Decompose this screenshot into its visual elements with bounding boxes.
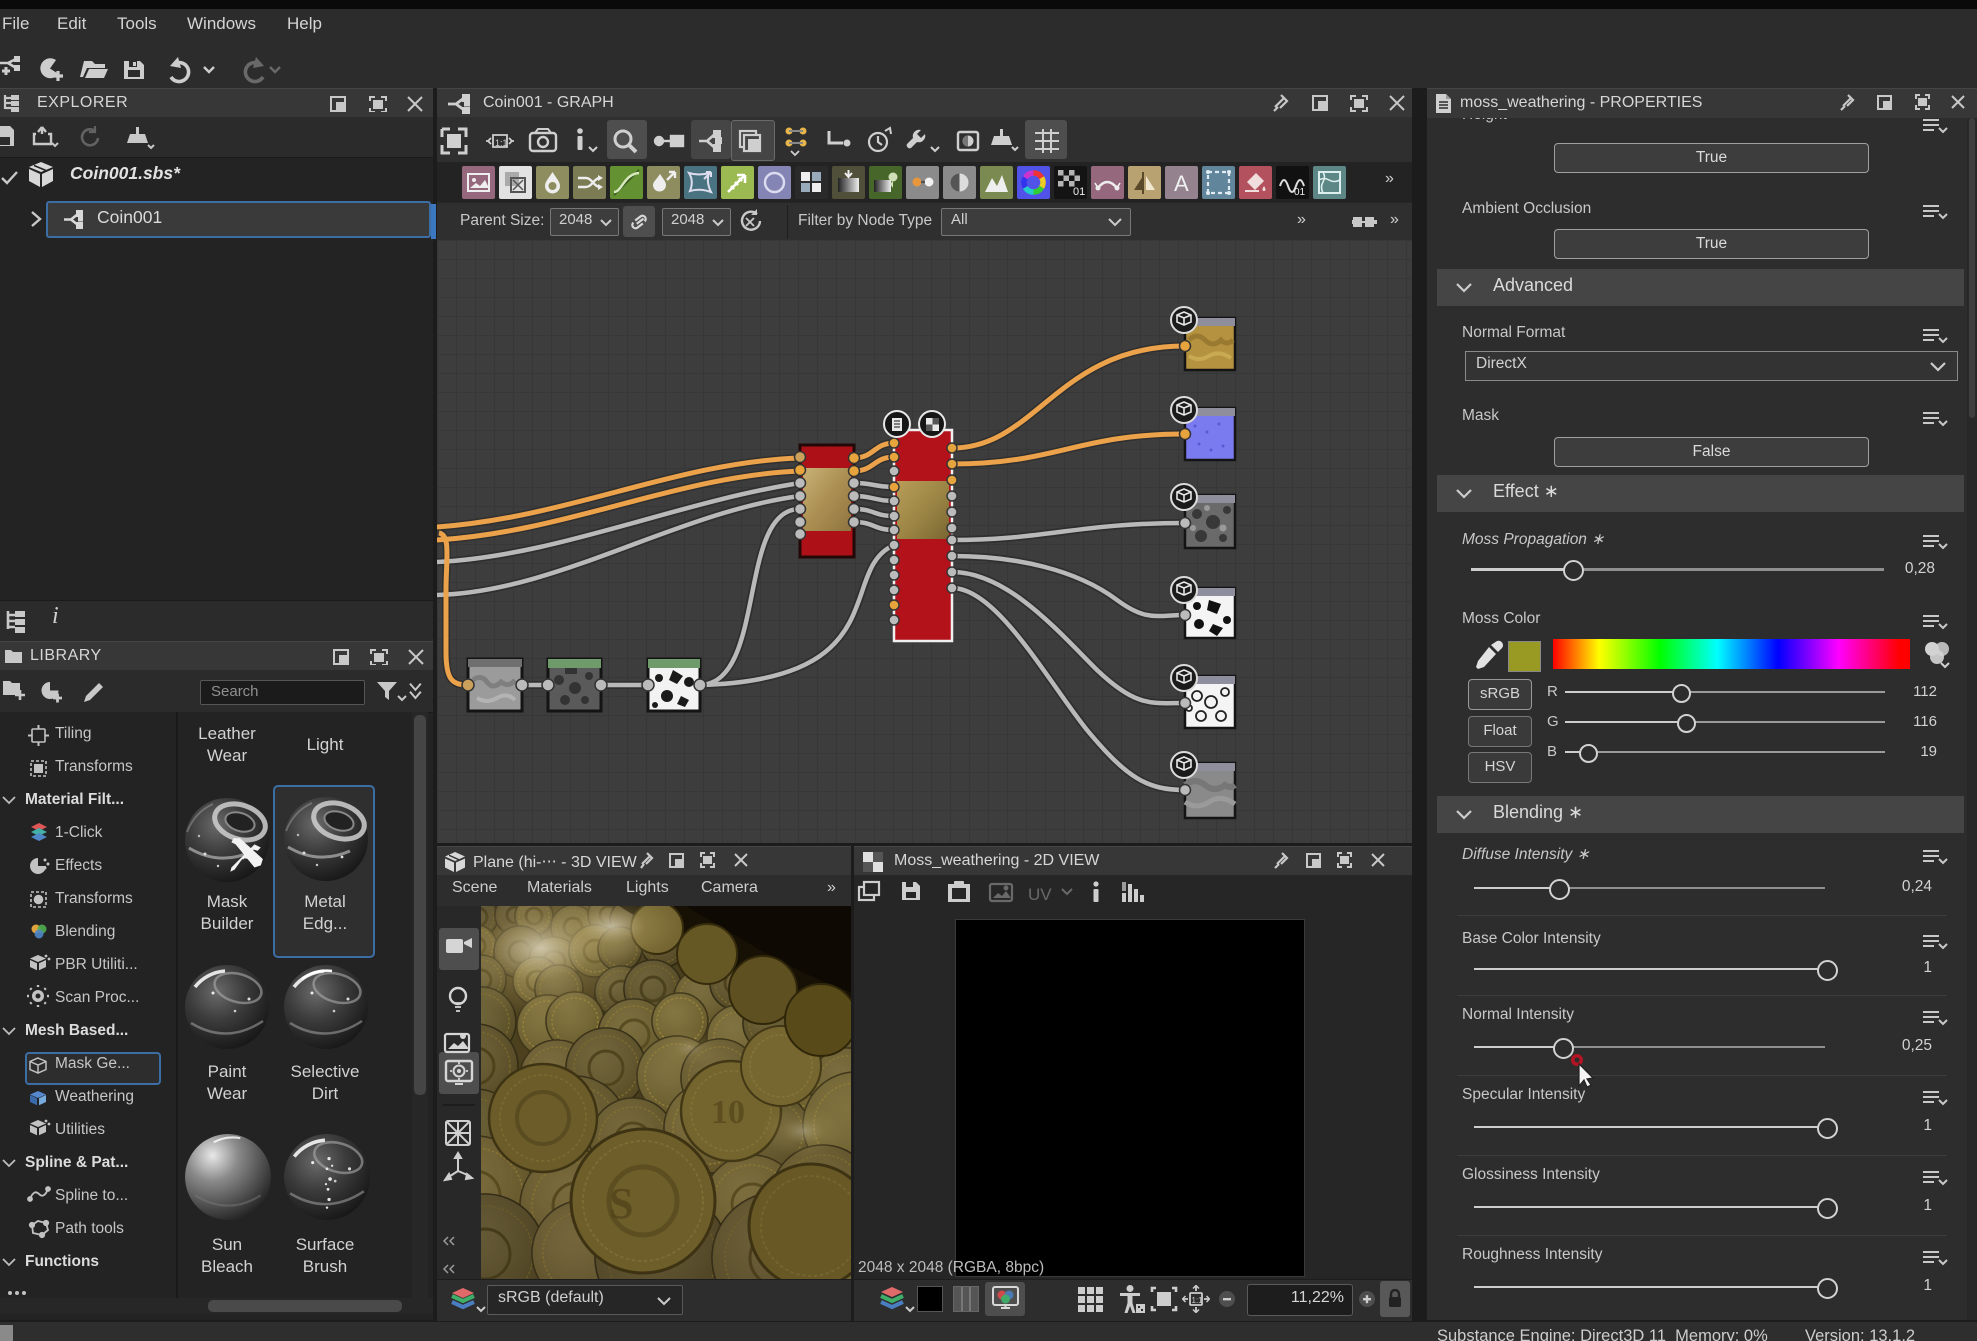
svg-text:01: 01 bbox=[1294, 187, 1306, 198]
svg-text:1:1: 1:1 bbox=[495, 138, 508, 148]
svg-text:A: A bbox=[1174, 171, 1189, 196]
svg-text:1:1: 1:1 bbox=[1192, 1296, 1204, 1305]
svg-text:UV: UV bbox=[1028, 885, 1052, 904]
svg-text:01: 01 bbox=[1073, 186, 1085, 198]
